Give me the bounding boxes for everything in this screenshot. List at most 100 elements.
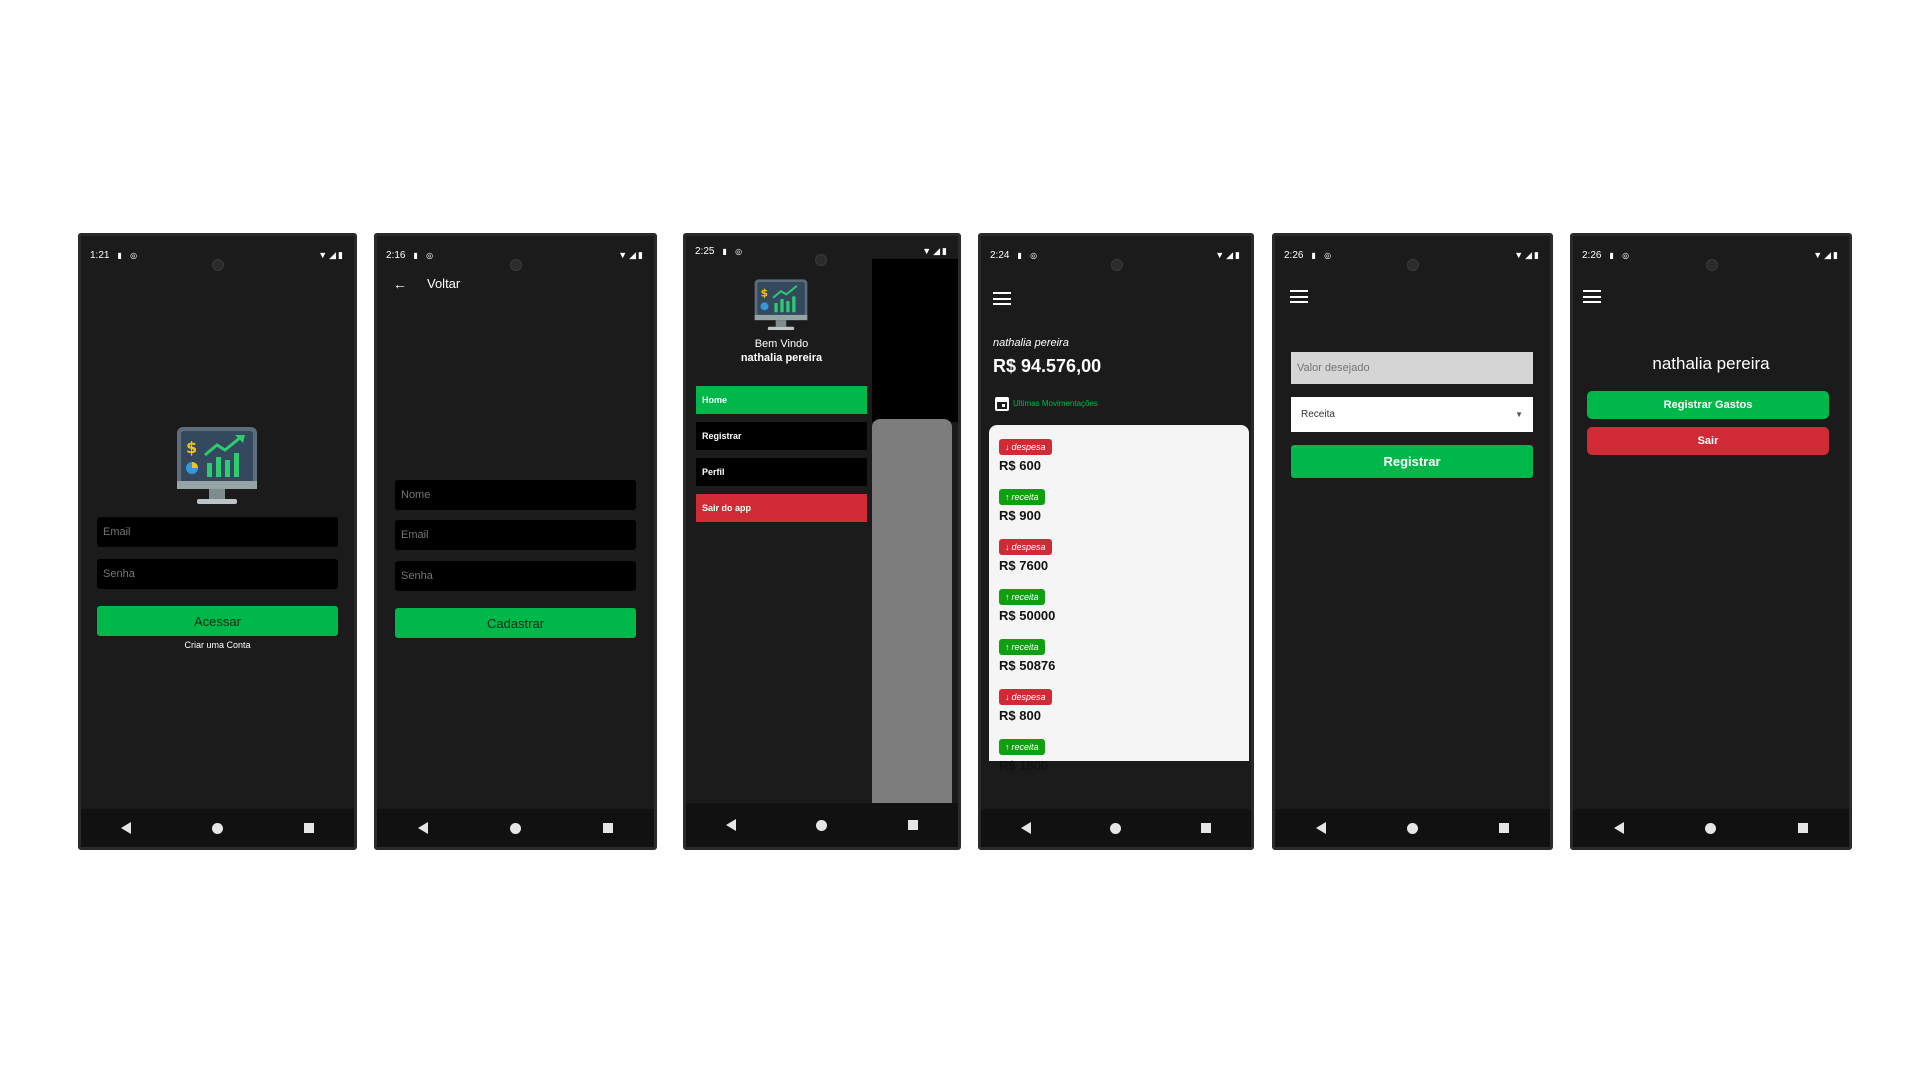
register-button[interactable]: Registrar	[1291, 445, 1533, 478]
camera-icon	[212, 259, 224, 271]
back-icon[interactable]	[121, 822, 132, 834]
content-scrim[interactable]	[872, 419, 952, 812]
drawer-user-name: nathalia pereira	[740, 352, 823, 364]
screen-drawer: 2:25 ▮ ◎ ▼◢▮ $ Bem Vindo nathalia pereir…	[683, 233, 961, 850]
home-icon[interactable]	[510, 822, 521, 834]
back-icon[interactable]	[726, 819, 737, 831]
system-nav-bar	[81, 809, 354, 847]
back-icon[interactable]	[418, 822, 428, 834]
signal-battery-icon: ▼◢▮	[618, 249, 645, 260]
home-icon[interactable]	[1705, 822, 1717, 834]
drawer-logo: $	[753, 278, 809, 334]
arrow-down-icon: ↓	[1005, 692, 1010, 702]
back-icon[interactable]	[1315, 822, 1326, 834]
menu-icon[interactable]	[1583, 290, 1601, 303]
badge-receita: ↑ receita	[999, 739, 1045, 755]
list-item[interactable]: ↓ despesa R$ 7600	[999, 537, 1052, 573]
svg-text:$: $	[186, 438, 197, 457]
transaction-value: R$ 50876	[999, 658, 1056, 673]
header-title: Voltar	[427, 276, 461, 291]
badge-label: despesa	[1011, 692, 1046, 702]
signal-battery-icon: ▼◢▮	[1514, 249, 1541, 260]
transaction-value: R$ 50000	[999, 608, 1056, 623]
menu-icon[interactable]	[1290, 290, 1308, 303]
chevron-down-icon: ▼	[1515, 410, 1523, 419]
recent-apps-icon[interactable]	[1499, 823, 1510, 833]
signal-battery-icon: ▼◢▮	[1813, 249, 1840, 260]
badge-despesa: ↓ despesa	[999, 689, 1052, 705]
back-icon[interactable]	[1613, 822, 1624, 834]
drawer-item-perfil[interactable]: Perfil	[696, 458, 867, 486]
name-input[interactable]	[395, 480, 636, 510]
signal-battery-icon: ▼◢▮	[922, 245, 949, 256]
camera-icon	[1407, 259, 1419, 271]
badge-receita: ↑ receita	[999, 589, 1045, 605]
login-button[interactable]: Acessar	[97, 606, 338, 636]
badge-label: receita	[1011, 742, 1039, 752]
create-account-link[interactable]: Criar uma Conta	[81, 640, 354, 650]
home-icon[interactable]	[1406, 822, 1418, 834]
arrow-up-icon: ↑	[1005, 742, 1010, 752]
badge-despesa: ↓ despesa	[999, 539, 1052, 555]
transaction-value: R$ 900	[999, 508, 1041, 523]
type-select[interactable]: Receita ▼	[1291, 397, 1533, 432]
arrow-down-icon: ↓	[1005, 542, 1010, 552]
screen-signup: 2:16 ▮ ◎ ▼◢▮ ← Voltar Cadastrar	[374, 233, 657, 850]
home-icon[interactable]	[211, 822, 223, 834]
transaction-value: R$ 600	[999, 458, 1041, 473]
camera-icon	[815, 254, 827, 266]
email-input[interactable]	[395, 520, 636, 550]
list-item[interactable]: ↑ receita R$ 900	[999, 487, 1045, 523]
notification-icons: ▮ ◎	[413, 250, 437, 260]
screen-register: 2:26 ▮ ◎ ▼◢▮ Receita ▼ Registrar	[1272, 233, 1553, 850]
content-scrim-top[interactable]	[872, 259, 958, 422]
recent-apps-icon[interactable]	[1798, 823, 1809, 833]
notification-icons: ▮ ◎	[1311, 250, 1335, 260]
badge-label: despesa	[1011, 542, 1046, 552]
type-select-value: Receita	[1301, 409, 1335, 420]
transaction-value: R$ 7600	[999, 558, 1049, 573]
recent-apps-icon[interactable]	[907, 820, 918, 830]
recent-apps-icon[interactable]	[1201, 823, 1212, 833]
list-item[interactable]: ↓ despesa R$ 600	[999, 437, 1052, 473]
list-item[interactable]: ↑ receita R$ 1800	[999, 737, 1048, 773]
home-icon[interactable]	[1110, 822, 1122, 834]
arrow-up-icon: ↑	[1005, 592, 1010, 602]
register-expenses-button[interactable]: Registrar Gastos	[1587, 391, 1829, 419]
drawer-item-registrar[interactable]: Registrar	[696, 422, 867, 450]
drawer-item-logout[interactable]: Sair do app	[696, 494, 867, 522]
email-input[interactable]	[97, 517, 338, 547]
app-logo: $	[175, 425, 259, 510]
list-item[interactable]: ↑ receita R$ 50000	[999, 587, 1055, 623]
drawer-item-home[interactable]: Home	[696, 386, 867, 414]
status-time: 2:24	[990, 249, 1010, 261]
arrow-up-icon: ↑	[1005, 642, 1010, 652]
badge-receita: ↑ receita	[999, 639, 1045, 655]
status-time: 2:25	[695, 245, 715, 257]
amount-input[interactable]	[1291, 352, 1533, 384]
back-arrow-icon[interactable]: ←	[393, 276, 407, 292]
screen-home: 2:24 ▮ ◎ ▼◢▮ nathalia pereira R$ 94.576,…	[978, 233, 1254, 850]
list-item[interactable]: ↑ receita R$ 50876	[999, 637, 1055, 673]
signup-button[interactable]: Cadastrar	[395, 608, 636, 638]
recent-apps-icon[interactable]	[303, 823, 314, 833]
password-input[interactable]	[97, 559, 338, 589]
camera-icon	[510, 259, 522, 271]
home-icon[interactable]	[816, 819, 828, 831]
signal-battery-icon: ▼◢▮	[1215, 249, 1242, 260]
recent-apps-icon[interactable]	[603, 823, 613, 833]
notification-icons: ▮ ◎	[1609, 250, 1633, 260]
notification-icons: ▮ ◎	[722, 246, 746, 256]
menu-icon[interactable]	[993, 292, 1011, 305]
back-icon[interactable]	[1020, 822, 1031, 834]
list-item[interactable]: ↓ despesa R$ 800	[999, 687, 1052, 723]
calendar-icon	[995, 397, 1009, 411]
system-nav-bar	[981, 809, 1251, 847]
logout-button[interactable]: Sair	[1587, 427, 1829, 455]
status-time: 1:21	[90, 249, 110, 261]
screen-profile: 2:26 ▮ ◎ ▼◢▮ nathalia pereira Registrar …	[1570, 233, 1852, 850]
badge-label: despesa	[1011, 442, 1046, 452]
password-input[interactable]	[395, 561, 636, 591]
status-time: 2:26	[1284, 249, 1304, 261]
badge-despesa: ↓ despesa	[999, 439, 1052, 455]
